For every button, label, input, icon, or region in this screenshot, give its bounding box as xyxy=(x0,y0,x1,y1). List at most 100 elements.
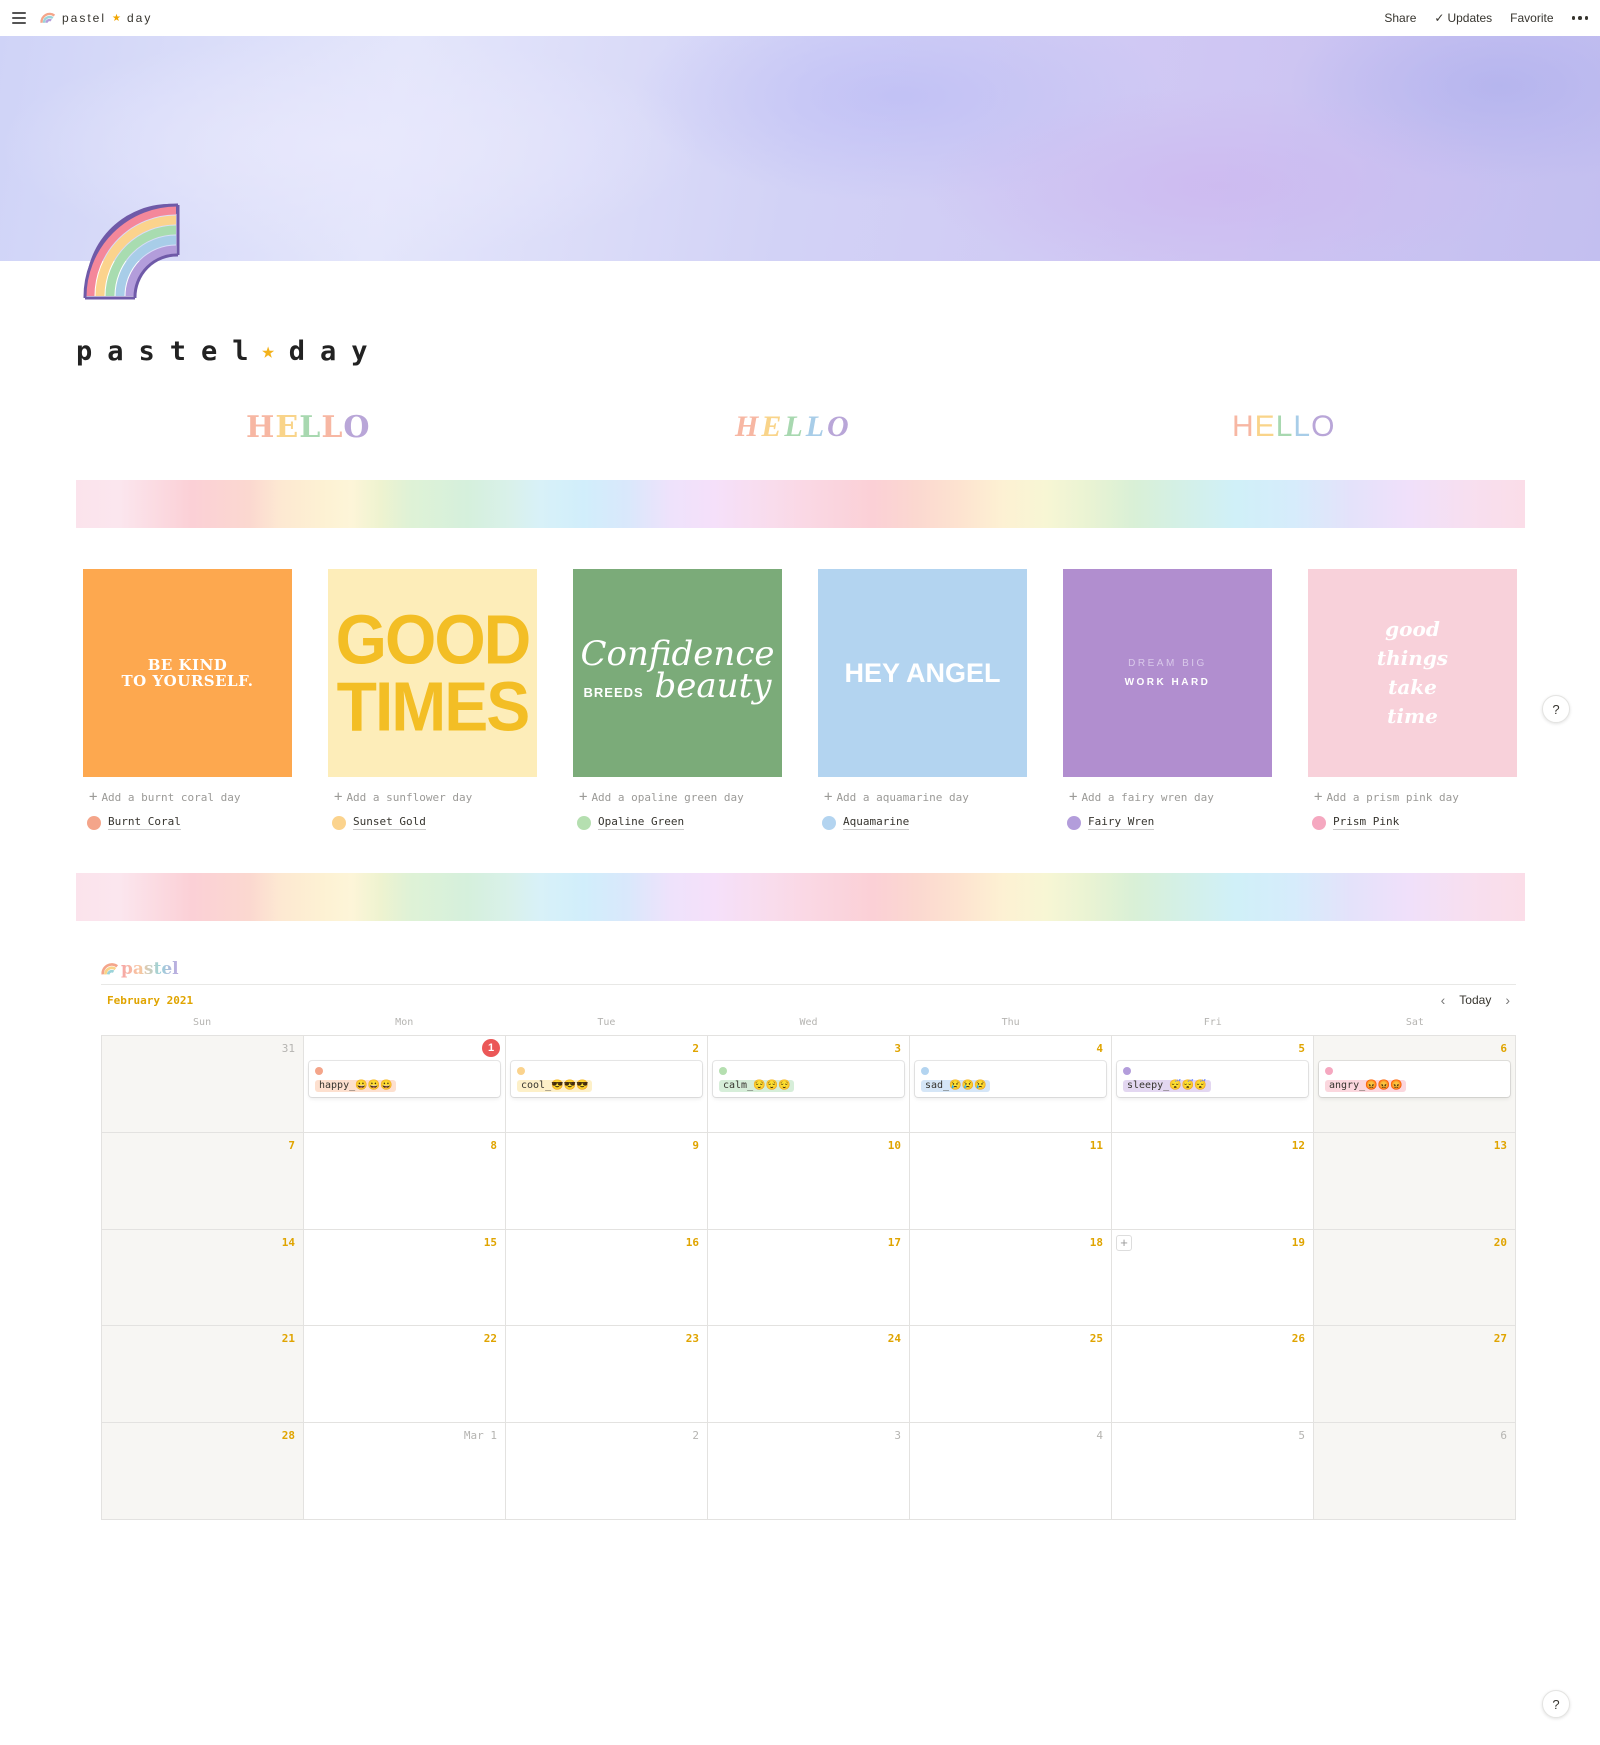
add-day-button[interactable]: + Add a prism pink day xyxy=(1308,789,1517,805)
calendar-day-cell[interactable]: 20 xyxy=(1314,1229,1516,1327)
add-day-button[interactable]: + Add a aquamarine day xyxy=(818,789,1027,805)
card-cover-image[interactable]: DREAM BIG WORK HARD xyxy=(1063,569,1272,777)
calendar-day-cell[interactable]: 25 xyxy=(910,1326,1112,1424)
help-button[interactable]: ? xyxy=(1542,1690,1570,1718)
card-cover-image[interactable]: BE KIND TO YOURSELF. xyxy=(83,569,292,777)
calendar-day-cell[interactable]: 19 + xyxy=(1112,1229,1314,1327)
calendar-day-cell[interactable]: 24 xyxy=(708,1326,910,1424)
cover-text: BE KIND xyxy=(147,656,228,674)
plus-icon: + xyxy=(89,789,98,805)
color-tag[interactable]: Burnt Coral xyxy=(83,815,292,830)
gallery-card-fairy-wren[interactable]: DREAM BIG WORK HARD + Add a fairy wren day… xyxy=(1063,569,1272,830)
color-tag-label: Burnt Coral xyxy=(108,815,181,830)
calendar-day-cell[interactable]: 2 xyxy=(506,1423,708,1520)
hello-letter: L xyxy=(1275,410,1294,443)
prev-month-icon[interactable]: ‹ xyxy=(1441,992,1446,1008)
add-day-button[interactable]: + Add a burnt coral day xyxy=(83,789,292,805)
calendar-day-cell[interactable]: 14 xyxy=(102,1229,304,1327)
day-number: 26 xyxy=(1291,1332,1305,1346)
calendar-header: pastel xyxy=(101,954,1516,985)
calendar-event-card[interactable]: sad_😢😢😢 xyxy=(915,1061,1106,1097)
card-cover-image[interactable]: HEY ANGEL xyxy=(818,569,1027,777)
calendar-day-cell[interactable]: 5 sleepy_😴😴😴 xyxy=(1112,1036,1314,1133)
day-number: 16 xyxy=(685,1235,699,1249)
calendar-day-cell[interactable]: 6 xyxy=(1314,1423,1516,1520)
plus-icon: + xyxy=(1314,789,1323,805)
today-button[interactable]: Today xyxy=(1459,993,1491,1007)
calendar-day-cell[interactable]: 12 xyxy=(1112,1132,1314,1230)
more-options-icon[interactable] xyxy=(1571,16,1588,20)
gallery-card-burnt-coral[interactable]: BE KIND TO YOURSELF. + Add a burnt coral d… xyxy=(83,569,292,830)
calendar-day-cell[interactable]: 3 xyxy=(708,1423,910,1520)
weekday-label: Fri xyxy=(1203,1017,1222,1028)
day-number: 13 xyxy=(1493,1138,1507,1152)
calendar-event-card[interactable]: calm_😌😌😌 xyxy=(713,1061,904,1097)
rainbow-page-icon[interactable] xyxy=(80,200,184,304)
color-tag[interactable]: Fairy Wren xyxy=(1063,815,1272,830)
calendar-event-card[interactable]: angry_😡😡😡 xyxy=(1319,1061,1510,1097)
calendar-day-cell[interactable]: 7 xyxy=(102,1132,304,1230)
card-cover-image[interactable]: GOOD TIMES xyxy=(328,569,537,777)
calendar-day-cell[interactable]: 8 xyxy=(304,1132,506,1230)
calendar-day-cell[interactable]: 17 xyxy=(708,1229,910,1327)
share-button[interactable]: Share xyxy=(1384,11,1416,25)
calendar-day-cell[interactable]: 13 xyxy=(1314,1132,1516,1230)
calendar-event-card[interactable]: sleepy_😴😴😴 xyxy=(1117,1061,1308,1097)
calendar-title[interactable]: pastel xyxy=(121,959,179,979)
gallery-card-aquamarine[interactable]: HEY ANGEL + Add a aquamarine day Aquamari… xyxy=(818,569,1027,830)
color-tag[interactable]: Opaline Green xyxy=(573,815,782,830)
hello-graphic-2: HELLO xyxy=(735,410,852,444)
mood-tag: sad_😢😢😢 xyxy=(921,1080,991,1092)
cover-text: good xyxy=(1385,617,1440,641)
calendar-day-cell[interactable]: 4 sad_😢😢😢 xyxy=(910,1036,1112,1133)
calendar-day-cell[interactable]: 10 xyxy=(708,1132,910,1230)
calendar-day-cell[interactable]: 2 cool_😎😎😎 xyxy=(506,1036,708,1133)
calendar-day-cell[interactable]: 9 xyxy=(506,1132,708,1230)
calendar-day-cell[interactable]: 15 xyxy=(304,1229,506,1327)
calendar-day-cell[interactable]: 18 xyxy=(910,1229,1112,1327)
gallery-card-sunset-gold[interactable]: GOOD TIMES + Add a sunflower day Sunset Go… xyxy=(328,569,537,830)
day-number: 15 xyxy=(483,1235,497,1249)
next-month-icon[interactable]: › xyxy=(1505,992,1510,1008)
calendar-day-cell[interactable]: 6 angry_😡😡😡 xyxy=(1314,1036,1516,1133)
calendar-day-cell[interactable]: 31 xyxy=(102,1036,304,1133)
calendar-day-cell[interactable]: 26 xyxy=(1112,1326,1314,1424)
add-event-button[interactable]: + xyxy=(1116,1234,1132,1251)
add-day-button[interactable]: + Add a opaline green day xyxy=(573,789,782,805)
calendar-event-card[interactable]: happy_😀😀😀 xyxy=(309,1061,500,1097)
calendar-day-cell[interactable]: 5 xyxy=(1112,1423,1314,1520)
calendar-day-cell[interactable]: 21 xyxy=(102,1326,304,1424)
menu-icon[interactable] xyxy=(12,12,26,24)
calendar-event-card[interactable]: cool_😎😎😎 xyxy=(511,1061,702,1097)
calendar-day-cell[interactable]: 1 happy_😀😀😀 xyxy=(304,1036,506,1133)
add-day-button[interactable]: + Add a fairy wren day xyxy=(1063,789,1272,805)
calendar-day-cell[interactable]: 27 xyxy=(1314,1326,1516,1424)
day-number: 5 xyxy=(1298,1429,1305,1443)
breadcrumb[interactable]: pastel ★ day xyxy=(40,11,152,25)
color-tag[interactable]: Aquamarine xyxy=(818,815,1027,830)
day-number: 3 xyxy=(894,1429,901,1443)
updates-button[interactable]: ✓ Updates xyxy=(1434,11,1492,25)
gallery-card-prism-pink[interactable]: good things take time + Add a prism pink day… xyxy=(1308,569,1517,830)
mood-tag: sleepy_😴😴😴 xyxy=(1123,1080,1211,1092)
color-tag[interactable]: Prism Pink xyxy=(1308,815,1517,830)
calendar-day-cell[interactable]: 23 xyxy=(506,1326,708,1424)
add-day-button[interactable]: + Add a sunflower day xyxy=(328,789,537,805)
calendar-day-cell[interactable]: 16 xyxy=(506,1229,708,1327)
gallery-card-opaline-green[interactable]: Confidence BREEDS beauty + Add a opaline g… xyxy=(573,569,782,830)
day-number: 2 xyxy=(692,1042,699,1055)
calendar-day-cell[interactable]: 22 xyxy=(304,1326,506,1424)
calendar-day-cell[interactable]: 4 xyxy=(910,1423,1112,1520)
day-number: 7 xyxy=(288,1138,295,1152)
calendar-day-cell[interactable]: Mar 1 xyxy=(304,1423,506,1520)
cover-text: DREAM BIG xyxy=(1128,658,1207,669)
card-cover-image[interactable]: good things take time xyxy=(1308,569,1517,777)
calendar-day-cell[interactable]: 3 calm_😌😌😌 xyxy=(708,1036,910,1133)
calendar-day-cell[interactable]: 11 xyxy=(910,1132,1112,1230)
color-tag[interactable]: Sunset Gold xyxy=(328,815,537,830)
help-button[interactable]: ? xyxy=(1542,695,1570,723)
calendar-day-cell[interactable]: 28 xyxy=(102,1423,304,1520)
favorite-button[interactable]: Favorite xyxy=(1510,11,1553,25)
day-number: 22 xyxy=(483,1332,497,1346)
card-cover-image[interactable]: Confidence BREEDS beauty xyxy=(573,569,782,777)
